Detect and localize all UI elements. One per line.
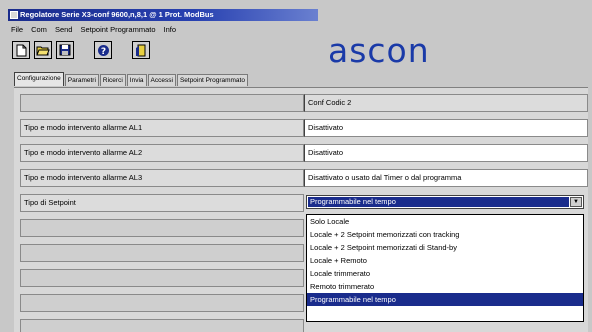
table-row: Tipo e modo intervento allarme AL3 Disat… — [20, 169, 588, 189]
setpoint-type-dropdown: Solo Locale Locale + 2 Setpoint memorizz… — [306, 214, 584, 322]
tab-accessi[interactable]: Accessi — [147, 74, 176, 86]
row-label — [20, 219, 304, 237]
option-programmabile[interactable]: Programmabile nel tempo — [307, 293, 583, 306]
svg-text:?: ? — [100, 47, 105, 57]
option-locale-tracking[interactable]: Locale + 2 Setpoint memorizzati con trac… — [307, 228, 583, 241]
exit-door-icon — [136, 44, 146, 56]
exit-button[interactable] — [132, 41, 150, 59]
save-disk-icon — [59, 44, 71, 56]
tab-setpoint-programmato[interactable]: Setpoint Programmato — [176, 74, 248, 86]
tab-invia[interactable]: Invia — [126, 74, 147, 86]
option-locale-standby[interactable]: Locale + 2 Setpoint memorizzati di Stand… — [307, 241, 583, 254]
toolbar: ? — [12, 38, 154, 62]
row-label — [20, 319, 304, 332]
save-button[interactable] — [56, 41, 74, 59]
grid-header-row: Conf Codic 2 — [20, 94, 588, 114]
app-icon — [10, 11, 18, 19]
app-window: Regolatore Serie X3-conf 9600,n,8,1 @ 1 … — [0, 0, 592, 332]
row-label — [20, 294, 304, 312]
row-label — [20, 244, 304, 262]
row-value[interactable]: Disattivato — [304, 144, 588, 162]
new-document-icon — [16, 44, 27, 56]
table-row: Tipo e modo intervento allarme AL2 Disat… — [20, 144, 588, 164]
new-button[interactable] — [12, 41, 30, 59]
open-button[interactable] — [34, 41, 52, 59]
tab-strip: Configurazione Parametri Ricerci Invia A… — [14, 72, 249, 86]
ascon-logo: ascon — [328, 31, 430, 70]
row-label — [20, 269, 304, 287]
tab-configurazione[interactable]: Configurazione — [14, 72, 64, 86]
row-label: Tipo di Setpoint — [20, 194, 304, 212]
option-locale-remoto[interactable]: Locale + Remoto — [307, 254, 583, 267]
row-value[interactable]: Disattivato — [304, 119, 588, 137]
menu-info[interactable]: Info — [164, 25, 177, 34]
menu-com[interactable]: Com — [31, 25, 47, 34]
tab-parametri[interactable]: Parametri — [64, 74, 99, 86]
menu-setpoint-programmato[interactable]: Setpoint Programmato — [80, 25, 155, 34]
grid-header-label — [20, 94, 304, 112]
setpoint-type-select[interactable]: Programmabile nel tempo ▼ — [306, 195, 584, 209]
setpoint-type-selected: Programmabile nel tempo — [308, 197, 569, 207]
tab-ricerci[interactable]: Ricerci — [99, 74, 126, 86]
dropdown-arrow-button[interactable]: ▼ — [570, 197, 582, 207]
menu-send[interactable]: Send — [55, 25, 73, 34]
option-locale-trimmerato[interactable]: Locale trimmerato — [307, 267, 583, 280]
table-row: Tipo e modo intervento allarme AL1 Disat… — [20, 119, 588, 139]
open-folder-icon — [36, 46, 50, 56]
title-bar[interactable]: Regolatore Serie X3-conf 9600,n,8,1 @ 1 … — [8, 9, 318, 21]
menu-file[interactable]: File — [11, 25, 23, 34]
chevron-down-icon: ▼ — [573, 199, 579, 205]
help-button[interactable]: ? — [94, 41, 112, 59]
grid-header-value: Conf Codic 2 — [304, 94, 588, 112]
row-label: Tipo e modo intervento allarme AL3 — [20, 169, 304, 187]
row-value[interactable]: Disattivato o usato dal Timer o dal prog… — [304, 169, 588, 187]
option-solo-locale[interactable]: Solo Locale — [307, 215, 583, 228]
option-remoto-trimmerato[interactable]: Remoto trimmerato — [307, 280, 583, 293]
window-title: Regolatore Serie X3-conf 9600,n,8,1 @ 1 … — [20, 10, 214, 19]
menu-bar: File Com Send Setpoint Programmato Info — [8, 23, 588, 35]
row-label: Tipo e modo intervento allarme AL1 — [20, 119, 304, 137]
help-icon: ? — [97, 44, 109, 57]
row-label: Tipo e modo intervento allarme AL2 — [20, 144, 304, 162]
